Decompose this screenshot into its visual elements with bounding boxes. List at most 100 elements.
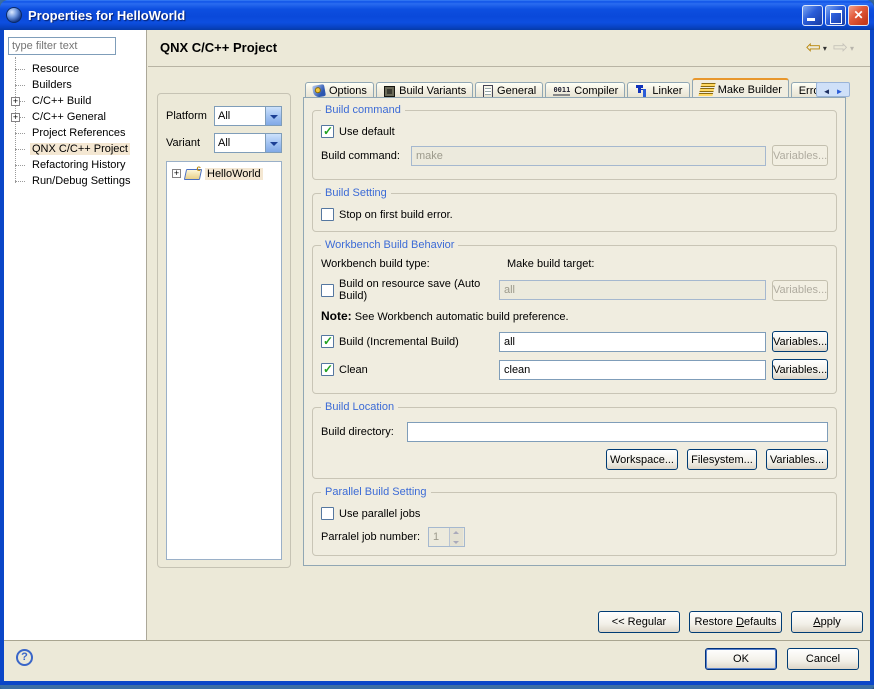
use-default-checkbox[interactable]	[321, 125, 334, 138]
sidebar-item-label: C/C++ Build	[30, 95, 93, 107]
maximize-button[interactable]	[825, 5, 846, 26]
regular-button[interactable]: << Regular	[598, 611, 680, 633]
build-location-group: Build Location Build directory: Workspac…	[312, 407, 837, 479]
stop-on-error-label: Stop on first build error.	[339, 209, 453, 221]
tab-label: Build Variants	[399, 85, 466, 97]
help-icon[interactable]: ?	[16, 649, 33, 666]
window-title: Properties for HelloWorld	[28, 8, 802, 23]
tab-scroll-left-icon[interactable]	[823, 81, 831, 99]
tree-stub	[15, 181, 25, 182]
forward-dropdown-icon	[850, 44, 854, 53]
restore-defaults-button[interactable]: Restore Defaults	[689, 611, 782, 633]
incremental-build-checkbox[interactable]	[321, 335, 334, 348]
apply-button[interactable]: Apply	[791, 611, 863, 633]
auto-build-checkbox[interactable]	[321, 284, 334, 297]
chevron-down-icon[interactable]	[265, 134, 281, 152]
tab-label: Compiler	[574, 85, 618, 97]
variables-button: Variables...	[772, 280, 828, 301]
parallel-job-spinner	[428, 527, 465, 547]
tree-stub	[15, 69, 25, 70]
variables-button[interactable]: Variables...	[772, 359, 828, 380]
sidebar-item-label: Refactoring History	[30, 159, 128, 171]
group-title: Workbench Build Behavior	[321, 239, 458, 251]
sidebar-item-label: Builders	[30, 79, 74, 91]
sidebar-item-project-references[interactable]: Project References	[4, 125, 146, 141]
project-tree-item[interactable]: HelloWorld	[169, 165, 279, 182]
back-arrow-icon[interactable]	[806, 36, 821, 58]
group-title: Build Location	[321, 401, 398, 413]
project-name: HelloWorld	[205, 168, 263, 180]
tab-make-builder[interactable]: Make Builder	[692, 78, 789, 99]
title-bar[interactable]: Properties for HelloWorld	[0, 0, 874, 30]
build-setting-group: Build Setting Stop on first build error.	[312, 193, 837, 232]
use-default-label: Use default	[339, 126, 395, 138]
tree-stub	[15, 165, 25, 166]
clean-target-input[interactable]	[499, 360, 766, 380]
cancel-button[interactable]: Cancel	[787, 648, 859, 670]
clean-checkbox[interactable]	[321, 363, 334, 376]
binary-icon	[553, 86, 570, 96]
ok-button[interactable]: OK	[705, 648, 777, 670]
variant-value: All	[215, 137, 265, 149]
tree-stub	[15, 85, 25, 86]
sidebar-item-label: C/C++ General	[30, 111, 108, 123]
platform-select[interactable]: All	[214, 106, 282, 126]
sidebar: Resource Builders C/C++ Build C/C++ Gene…	[4, 30, 147, 644]
make-builder-panel: Build command Use default Build command:…	[303, 97, 846, 566]
tree-stub	[15, 149, 25, 150]
use-parallel-jobs-label: Use parallel jobs	[339, 508, 420, 520]
sidebar-item-refactoring-history[interactable]: Refactoring History	[4, 157, 146, 173]
incremental-target-input[interactable]	[499, 332, 766, 352]
tab-label: Options	[329, 85, 367, 97]
tab-label: General	[497, 85, 536, 97]
build-command-label: Build command:	[321, 150, 411, 162]
build-command-input	[411, 146, 766, 166]
workspace-button[interactable]: Workspace...	[606, 449, 678, 470]
sidebar-item-cpp-general[interactable]: C/C++ General	[4, 109, 146, 125]
expand-plus-icon[interactable]	[172, 169, 181, 178]
expand-plus-icon[interactable]	[11, 97, 20, 106]
make-builder-icon	[698, 83, 715, 96]
build-command-group: Build command Use default Build command:…	[312, 110, 837, 180]
parallel-job-input	[429, 528, 449, 546]
note-label: Note:	[321, 309, 352, 323]
auto-build-label: Build on resource save (Auto Build)	[339, 278, 499, 302]
workbench-build-type-label: Workbench build type:	[321, 258, 507, 270]
expand-plus-icon[interactable]	[11, 113, 20, 122]
variables-button[interactable]: Variables...	[772, 331, 828, 352]
platform-value: All	[215, 110, 265, 122]
tab-label: Make Builder	[718, 84, 782, 96]
close-button[interactable]	[848, 5, 869, 26]
platform-variant-group: Platform All Variant All HelloWorld	[157, 93, 291, 568]
chevron-down-icon[interactable]	[265, 107, 281, 125]
project-folder-icon	[185, 168, 201, 180]
sidebar-item-qnx-project[interactable]: QNX C/C++ Project	[4, 141, 146, 157]
incremental-build-label: Build (Incremental Build)	[339, 336, 459, 348]
sidebar-item-resource[interactable]: Resource	[4, 61, 146, 77]
build-directory-input[interactable]	[407, 422, 828, 442]
back-dropdown-icon[interactable]	[823, 44, 827, 53]
use-parallel-jobs-checkbox[interactable]	[321, 507, 334, 520]
tree-stub	[15, 133, 25, 134]
sidebar-item-cpp-build[interactable]: C/C++ Build	[4, 93, 146, 109]
parallel-build-group: Parallel Build Setting Use parallel jobs…	[312, 492, 837, 556]
minimize-button[interactable]	[802, 5, 823, 26]
sidebar-item-builders[interactable]: Builders	[4, 77, 146, 93]
parallel-job-number-label: Parralel job number:	[321, 531, 428, 543]
action-buttons: << Regular Restore Defaults Apply	[598, 611, 863, 633]
filesystem-button[interactable]: Filesystem...	[687, 449, 757, 470]
page-title: QNX C/C++ Project	[160, 40, 277, 55]
tab-label: Linker	[652, 85, 682, 97]
project-list: HelloWorld	[166, 161, 282, 560]
group-title: Parallel Build Setting	[321, 486, 431, 498]
dialog-body: Resource Builders C/C++ Build C/C++ Gene…	[0, 30, 874, 685]
build-directory-label: Build directory:	[321, 426, 407, 438]
variant-select[interactable]: All	[214, 133, 282, 153]
filter-input[interactable]	[8, 37, 116, 55]
stop-on-error-checkbox[interactable]	[321, 208, 334, 221]
forward-arrow-icon	[833, 36, 848, 58]
tab-scroll-right-icon[interactable]	[836, 81, 844, 99]
sidebar-item-run-debug-settings[interactable]: Run/Debug Settings	[4, 173, 146, 189]
restore-defaults-text: Restore	[695, 616, 737, 628]
variables-button[interactable]: Variables...	[766, 449, 828, 470]
